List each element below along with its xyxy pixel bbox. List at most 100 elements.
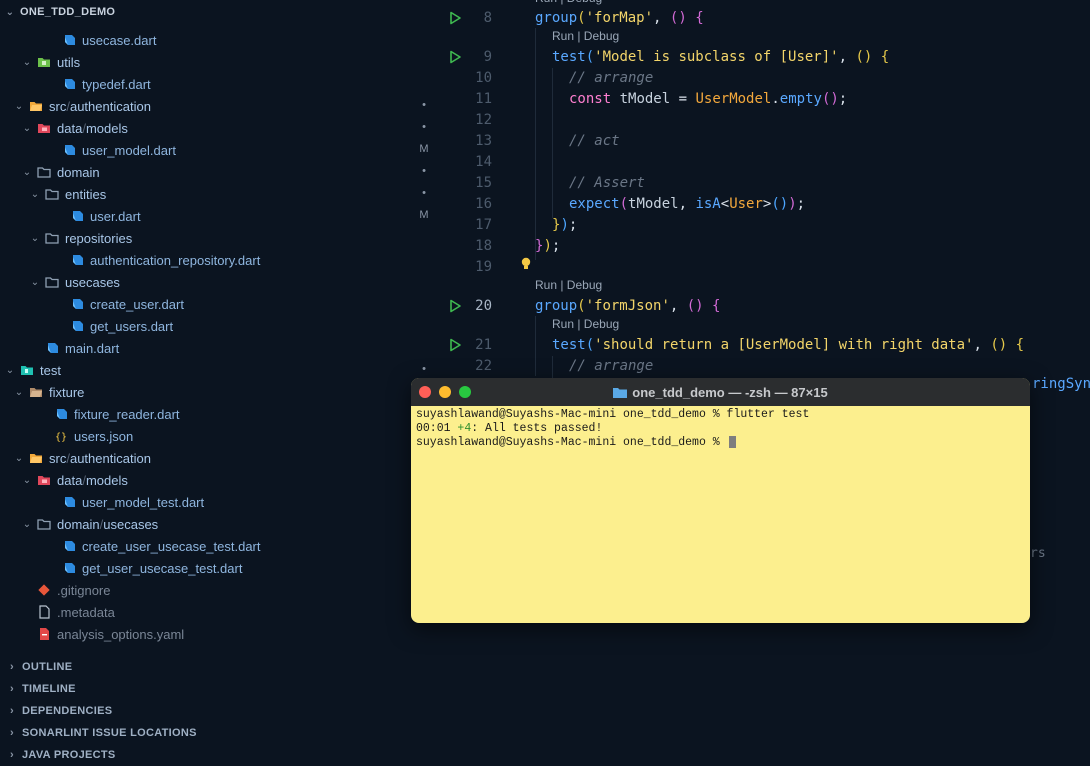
tree-file[interactable]: analysis_options.yaml bbox=[0, 623, 420, 645]
tree-folder[interactable]: ⌄ entities bbox=[0, 183, 420, 205]
line-number: 14 bbox=[475, 153, 492, 170]
panel-header[interactable]: › DEPENDENCIES bbox=[0, 700, 420, 722]
panel-header[interactable]: › OUTLINE bbox=[0, 656, 420, 678]
chevron-down-icon: ⌄ bbox=[22, 474, 32, 486]
lightbulb-icon[interactable] bbox=[520, 256, 532, 272]
tree-file[interactable]: authentication_repository.dart bbox=[0, 249, 420, 271]
tree-folder[interactable]: ⌄ domain bbox=[0, 161, 420, 183]
terminal-output[interactable]: suyashlawand@Suyashs-Mac-mini one_tdd_de… bbox=[416, 408, 1021, 450]
tree-folder[interactable]: ⌄ fixture bbox=[0, 381, 420, 403]
tree-folder[interactable]: ⌄ utils bbox=[0, 51, 420, 73]
occluded-code-fragment: ringSync bbox=[1032, 376, 1090, 392]
tree-file[interactable]: user.dart bbox=[0, 205, 420, 227]
tree-item-label: create_user.dart bbox=[90, 296, 184, 312]
svg-text:{}: {} bbox=[55, 432, 67, 443]
dart-file-icon bbox=[62, 561, 76, 575]
tree-file[interactable]: typedef.dart bbox=[0, 73, 420, 95]
tree-item-label: src bbox=[49, 450, 67, 466]
tree-file[interactable]: {} users.json bbox=[0, 425, 420, 447]
code-comment: // act bbox=[569, 132, 620, 149]
tree-item-label: data bbox=[57, 120, 83, 136]
panel-title: SONARLINT ISSUE LOCATIONS bbox=[22, 727, 197, 739]
codelens-run-debug[interactable]: Run | Debug bbox=[552, 29, 619, 45]
code-comment: // arrange bbox=[569, 69, 654, 86]
tree-item-label: data bbox=[57, 472, 83, 488]
test-result-message: : All tests passed! bbox=[471, 422, 603, 435]
tree-folder[interactable]: ⌄ usecases bbox=[0, 271, 420, 293]
tree-file[interactable]: main.dart bbox=[0, 337, 420, 359]
tree-file[interactable]: create_user.dart bbox=[0, 293, 420, 315]
tree-item-label: domain bbox=[57, 164, 100, 180]
scm-status-mark: • bbox=[422, 121, 426, 133]
scm-status-mark: • bbox=[422, 165, 426, 177]
codelens-run-debug[interactable]: Run | Debug bbox=[535, 0, 602, 7]
scm-status-mark: M bbox=[419, 209, 429, 221]
codelens-run-debug[interactable]: Run | Debug bbox=[535, 278, 602, 294]
folder-icon bbox=[613, 387, 628, 398]
tree-file[interactable]: usecase.dart bbox=[0, 29, 420, 51]
tree-folder[interactable]: ⌄ data / models bbox=[0, 469, 420, 491]
line-number: 18 bbox=[475, 237, 492, 254]
chevron-right-icon: › bbox=[10, 727, 14, 739]
code-line-16: 16 expect(tModel, isA<User>()); bbox=[440, 193, 1090, 214]
tree-item-label: .metadata bbox=[57, 604, 115, 620]
folder-icon bbox=[45, 231, 59, 245]
tree-item-label: user.dart bbox=[90, 208, 141, 224]
git-icon bbox=[37, 583, 51, 597]
dart-file-icon bbox=[62, 143, 76, 157]
chevron-down-icon: ⌄ bbox=[22, 166, 32, 178]
terminal-titlebar[interactable]: one_tdd_demo — -zsh — 87×15 bbox=[411, 378, 1030, 406]
folder-utils-icon bbox=[37, 55, 51, 69]
line-number: 13 bbox=[475, 132, 492, 149]
tree-item-label: user_model_test.dart bbox=[82, 494, 205, 510]
code-text: }); bbox=[552, 216, 578, 233]
chevron-down-icon: ⌄ bbox=[22, 122, 32, 134]
tree-file[interactable]: fixture_reader.dart bbox=[0, 403, 420, 425]
file-icon bbox=[37, 605, 51, 619]
dart-file-icon bbox=[62, 77, 76, 91]
code-comment: // Assert bbox=[569, 174, 645, 191]
panel-header[interactable]: › TIMELINE bbox=[0, 678, 420, 700]
tree-file[interactable]: .gitignore bbox=[0, 579, 420, 601]
minimize-window-button[interactable] bbox=[439, 386, 451, 398]
tree-file[interactable]: .metadata bbox=[0, 601, 420, 623]
tree-item-label: domain bbox=[57, 516, 100, 532]
tree-file[interactable]: user_model.dart bbox=[0, 139, 420, 161]
folder-icon bbox=[45, 275, 59, 289]
tree-folder[interactable]: ⌄ data / models bbox=[0, 117, 420, 139]
code-text: }); bbox=[535, 237, 561, 254]
terminal-window[interactable]: one_tdd_demo — -zsh — 87×15 suyashlawand… bbox=[411, 378, 1030, 623]
tree-folder[interactable]: ⌄ test bbox=[0, 359, 420, 381]
panel-header[interactable]: › JAVA PROJECTS bbox=[0, 744, 420, 766]
panel-header[interactable]: › SONARLINT ISSUE LOCATIONS bbox=[0, 722, 420, 744]
chevron-down-icon: ⌄ bbox=[5, 364, 15, 376]
tree-folder[interactable]: ⌄ src / authentication bbox=[0, 447, 420, 469]
elapsed-time: 00:01 bbox=[416, 422, 451, 435]
tree-file[interactable]: get_user_usecase_test.dart bbox=[0, 557, 420, 579]
code-line-14: 14 bbox=[440, 151, 1090, 172]
tree-folder[interactable]: ⌄ domain / usecases bbox=[0, 513, 420, 535]
code-text: expect(tModel, isA<User>()); bbox=[569, 195, 806, 212]
explorer-sidebar: ⌄ ONE_TDD_DEMO usecase.dart ⌄ utils typedef… bbox=[0, 0, 429, 761]
json-file-icon: {} bbox=[54, 429, 68, 443]
folder-data-icon bbox=[37, 473, 51, 487]
tree-folder[interactable]: ⌄ src / authentication bbox=[0, 95, 420, 117]
code-text: const tModel = UserModel.empty(); bbox=[569, 90, 848, 107]
line-number: 21 bbox=[475, 336, 492, 353]
zoom-window-button[interactable] bbox=[459, 386, 471, 398]
code-line-22: 22 // arrange bbox=[440, 355, 1090, 376]
dart-file-icon bbox=[62, 33, 76, 47]
tree-folder[interactable]: ⌄ repositories bbox=[0, 227, 420, 249]
line-number: 15 bbox=[475, 174, 492, 191]
tree-file[interactable]: user_model_test.dart bbox=[0, 491, 420, 513]
tree-file[interactable]: get_users.dart bbox=[0, 315, 420, 337]
code-text: group('forMap', () { bbox=[535, 9, 704, 26]
chevron-right-icon: › bbox=[10, 749, 14, 761]
close-window-button[interactable] bbox=[419, 386, 431, 398]
folder-src-icon bbox=[29, 99, 43, 113]
tree-item-label: fixture_reader.dart bbox=[74, 406, 180, 422]
scm-status-mark: • bbox=[422, 99, 426, 111]
codelens-run-debug[interactable]: Run | Debug bbox=[552, 317, 619, 333]
tree-file[interactable]: create_user_usecase_test.dart bbox=[0, 535, 420, 557]
code-line-21: 21 test('should return a [UserModel] wit… bbox=[440, 334, 1090, 355]
